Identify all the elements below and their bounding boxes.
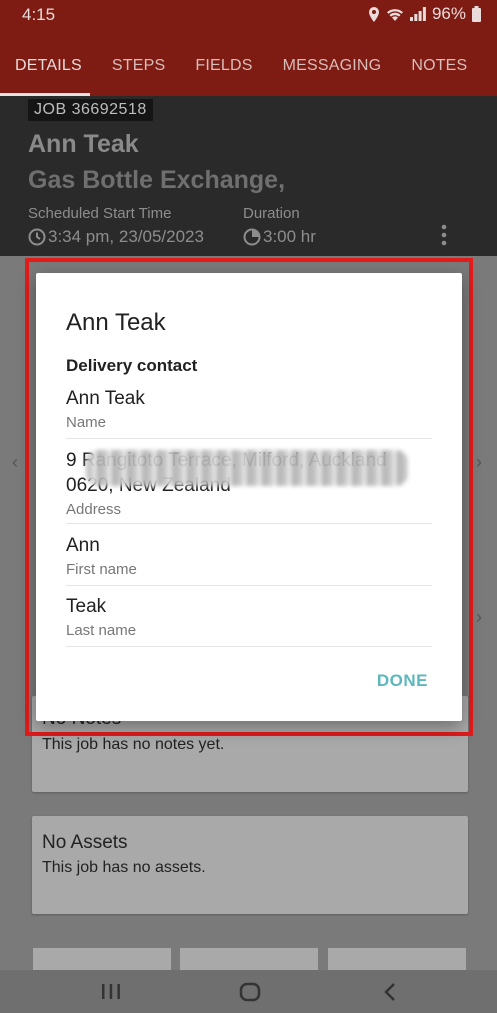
first-name-field: Ann First name	[66, 533, 432, 586]
start-time-label: Scheduled Start Time	[28, 205, 172, 222]
assets-title: No Assets	[42, 832, 128, 853]
location-icon	[368, 6, 379, 22]
battery-percent: 96%	[431, 4, 466, 23]
chevron-right-icon: ›	[476, 452, 482, 472]
notes-body: This job has no notes yet.	[42, 736, 225, 753]
signal-icon	[409, 7, 426, 21]
timer-icon	[243, 228, 261, 246]
last-name-field: Teak Last name	[66, 594, 432, 647]
redaction-blur	[86, 450, 408, 486]
duration: 3:00 hr	[243, 227, 316, 247]
dialog-title: Ann Teak	[66, 309, 166, 336]
last-name-label: Last name	[66, 622, 137, 639]
assets-body: This job has no assets.	[42, 859, 206, 876]
system-nav-bar	[0, 970, 497, 1013]
contact-dialog: Ann Teak Delivery contact Ann Teak Name …	[36, 273, 462, 721]
tab-details[interactable]: DETAILS	[0, 30, 97, 96]
name-label: Name	[66, 414, 107, 431]
address-label: Address	[66, 501, 122, 518]
action-tile[interactable]	[180, 948, 318, 970]
first-name-value: Ann	[66, 535, 100, 556]
job-type: Gas Bottle Exchange,	[28, 166, 286, 194]
customer-name: Ann Teak	[28, 130, 139, 158]
tab-fields[interactable]: FIELDS	[180, 30, 267, 96]
tab-steps[interactable]: STEPS	[97, 30, 180, 96]
tab-more[interactable]: MA	[482, 30, 497, 96]
job-id-chip: JOB 36692518	[28, 99, 153, 121]
duration-value: 3:00 hr	[263, 227, 316, 246]
battery-icon	[472, 6, 481, 22]
tab-notes[interactable]: NOTES	[396, 30, 482, 96]
tab-bar: DETAILS STEPS FIELDS MESSAGING NOTES MA	[0, 30, 497, 96]
back-icon[interactable]	[382, 982, 398, 1007]
more-options-icon[interactable]	[440, 224, 448, 251]
last-name-value: Teak	[66, 596, 107, 617]
done-button[interactable]: DONE	[377, 671, 428, 691]
status-time: 4:15	[22, 5, 56, 24]
action-tiles	[0, 948, 497, 970]
start-time: 3:34 pm, 23/05/2023	[28, 227, 204, 247]
clock-icon	[28, 228, 46, 246]
assets-card: No Assets This job has no assets.	[32, 816, 468, 914]
tab-messaging[interactable]: MESSAGING	[268, 30, 397, 96]
status-bar: 4:15 96%	[0, 0, 497, 30]
wifi-icon	[386, 9, 403, 21]
duration-label: Duration	[243, 205, 300, 222]
home-icon[interactable]	[239, 982, 261, 1007]
name-field: Ann Teak Name	[66, 386, 432, 439]
chevron-right-icon: ›	[476, 607, 482, 627]
status-icons: 96%	[368, 4, 481, 24]
first-name-label: First name	[66, 561, 137, 578]
action-tile[interactable]	[328, 948, 466, 970]
start-time-value: 3:34 pm, 23/05/2023	[48, 227, 204, 246]
dialog-section-title: Delivery contact	[66, 356, 198, 375]
chevron-left-icon: ‹	[12, 452, 18, 472]
action-tile[interactable]	[33, 948, 171, 970]
recent-apps-icon[interactable]	[100, 982, 122, 1005]
name-value: Ann Teak	[66, 388, 145, 409]
